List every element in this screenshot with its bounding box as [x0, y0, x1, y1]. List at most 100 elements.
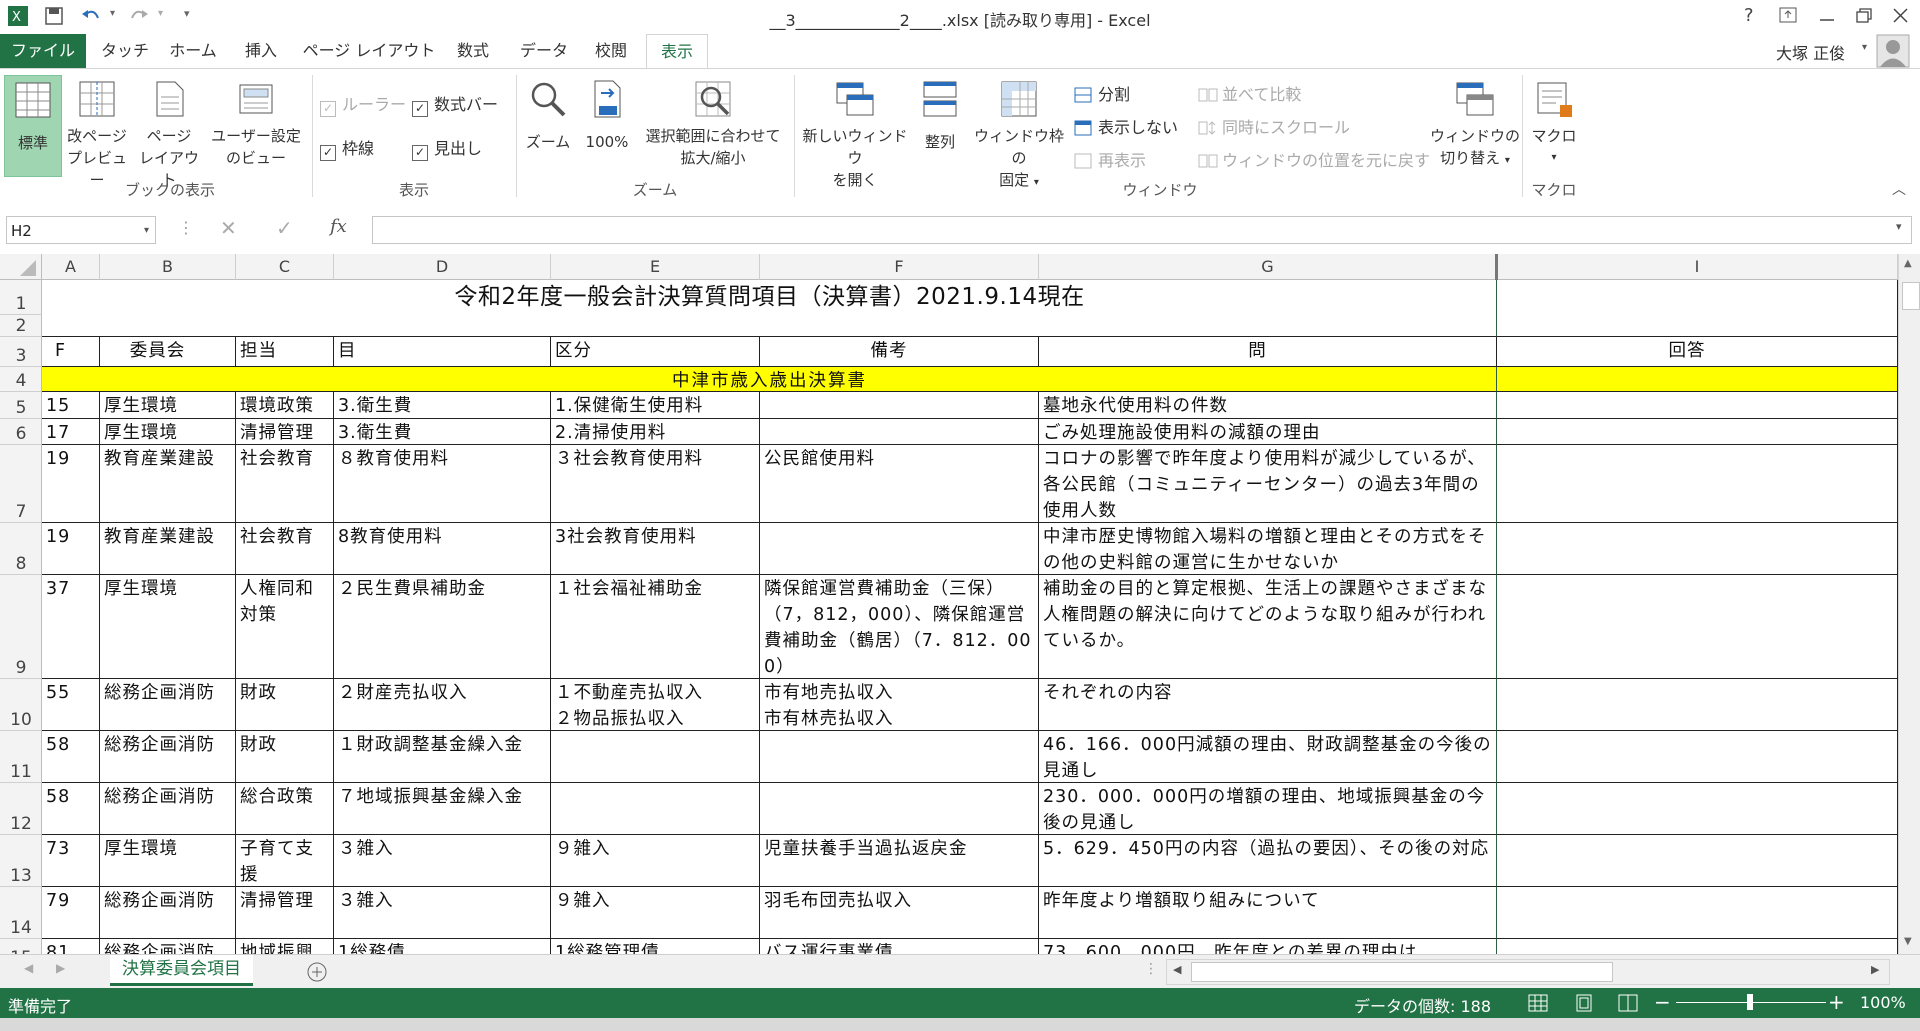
page-break-preview-button[interactable]: 改ページ プレビュー	[62, 75, 132, 189]
column-header-c[interactable]: C	[236, 254, 334, 280]
answer-cell-i12[interactable]	[1497, 783, 1898, 835]
data-cell-d5[interactable]: 3.衛生費	[334, 392, 551, 419]
prev-sheet-icon[interactable]: ◀	[24, 961, 33, 975]
data-cell-f11[interactable]	[760, 731, 1039, 783]
data-cell-c8[interactable]: 社会教育	[236, 523, 334, 575]
minimize-icon[interactable]	[1816, 6, 1838, 26]
data-cell-c11[interactable]: 財政	[236, 731, 334, 783]
synchronous-scrolling-button[interactable]: 同時にスクロール	[1198, 114, 1350, 138]
data-cell-f13[interactable]: 児童扶養手当過払返戻金	[760, 835, 1039, 887]
data-cell-g14[interactable]: 昨年度より増額取り組みについて	[1039, 887, 1497, 939]
scroll-right-icon[interactable]: ▶	[1871, 963, 1879, 976]
tab-file[interactable]: ファイル	[0, 34, 86, 68]
answer-cell-i10[interactable]	[1497, 679, 1898, 731]
data-cell-a9[interactable]: 37	[42, 575, 100, 679]
vertical-scrollbar[interactable]: ▲ ▼	[1898, 254, 1920, 954]
data-cell-a10[interactable]: 55	[42, 679, 100, 731]
data-cell-a8[interactable]: 19	[42, 523, 100, 575]
formula-input[interactable]	[372, 216, 1912, 244]
data-cell-b10[interactable]: 総務企画消防	[100, 679, 236, 731]
data-cell-f9[interactable]: 隣保館運営費補助金（三保）（7，812，000）、隣保館運営費補助金（鶴居）（7…	[760, 575, 1039, 679]
zoom-in-icon[interactable]: +	[1828, 990, 1845, 1014]
zoom-level[interactable]: 100%	[1860, 993, 1906, 1012]
scroll-left-icon[interactable]: ◀	[1173, 963, 1181, 976]
row-header-10[interactable]: 10	[0, 679, 42, 731]
column-header-d[interactable]: D	[334, 254, 551, 280]
data-cell-c6[interactable]: 清掃管理	[236, 419, 334, 445]
zoom-out-icon[interactable]: −	[1654, 990, 1671, 1014]
data-cell-e14[interactable]: ９雑入	[551, 887, 760, 939]
column-header-f[interactable]: F	[760, 254, 1039, 280]
tab-touch[interactable]: タッチ	[96, 34, 154, 68]
data-cell-g7[interactable]: コロナの影響で昨年度より使用料が減少しているが、各公民館（コミュニティーセンター…	[1039, 445, 1497, 523]
zoom-slider-thumb[interactable]	[1747, 994, 1753, 1010]
data-cell-b9[interactable]: 厚生環境	[100, 575, 236, 679]
data-cell-b6[interactable]: 厚生環境	[100, 419, 236, 445]
collapse-ribbon-icon[interactable]: ︿	[1892, 179, 1906, 199]
reset-window-position-button[interactable]: ウィンドウの位置を元に戻す	[1198, 147, 1430, 171]
header-cell-g[interactable]: 問	[1039, 337, 1497, 367]
normal-view-status-icon[interactable]	[1528, 994, 1548, 1012]
header-cell-b[interactable]: 委員会	[100, 337, 236, 367]
zoom-to-selection-button[interactable]: 選択範囲に合わせて 拡大/縮小	[638, 75, 788, 175]
answer-cell-i13[interactable]	[1497, 835, 1898, 887]
row-header-4[interactable]: 4	[0, 367, 42, 392]
data-cell-f12[interactable]	[760, 783, 1039, 835]
user-dropdown-icon[interactable]: ▾	[1862, 42, 1867, 53]
view-side-by-side-button[interactable]: 並べて比較	[1198, 81, 1301, 105]
cell-i1[interactable]	[1497, 280, 1898, 315]
data-cell-b12[interactable]: 総務企画消防	[100, 783, 236, 835]
cell-i2[interactable]	[1497, 315, 1898, 337]
help-button[interactable]: ?	[1744, 5, 1754, 26]
next-sheet-icon[interactable]: ▶	[56, 961, 65, 975]
data-cell-d8[interactable]: 8教育使用料	[334, 523, 551, 575]
answer-cell-i9[interactable]	[1497, 575, 1898, 679]
data-cell-f14[interactable]: 羽毛布団売払収入	[760, 887, 1039, 939]
data-cell-d14[interactable]: ３雑入	[334, 887, 551, 939]
data-cell-a12[interactable]: 58	[42, 783, 100, 835]
data-cell-c13[interactable]: 子育て支援	[236, 835, 334, 887]
cell-a2-g2[interactable]	[42, 315, 1497, 337]
data-cell-a6[interactable]: 17	[42, 419, 100, 445]
zoom-100-button[interactable]: 100%	[578, 75, 636, 175]
ruler-checkbox[interactable]: ✓ ルーラー	[320, 91, 406, 117]
confirm-entry-icon[interactable]: ✓	[276, 216, 293, 240]
user-name[interactable]: 大塚 正俊	[1776, 40, 1845, 64]
formula-bar-checkbox[interactable]: ✓ 数式バー	[412, 91, 498, 117]
data-cell-c14[interactable]: 清掃管理	[236, 887, 334, 939]
data-cell-e12[interactable]	[551, 783, 760, 835]
data-cell-e9[interactable]: １社会福祉補助金	[551, 575, 760, 679]
data-cell-g5[interactable]: 墓地永代使用料の件数	[1039, 392, 1497, 419]
data-cell-g8[interactable]: 中津市歴史博物館入場料の増額と理由とその方式をその他の史料館の運営に生かせないか	[1039, 523, 1497, 575]
tab-split-grip-icon[interactable]: ⋮	[1144, 961, 1158, 977]
data-cell-d7[interactable]: ８教育使用料	[334, 445, 551, 523]
column-header-i[interactable]: I	[1497, 254, 1898, 280]
headings-checkbox[interactable]: ✓ 見出し	[412, 135, 482, 161]
data-cell-a14[interactable]: 79	[42, 887, 100, 939]
data-cell-e10[interactable]: １不動産売払収入 ２物品振払収入	[551, 679, 760, 731]
cancel-entry-icon[interactable]: ✕	[220, 216, 237, 240]
data-cell-f7[interactable]: 公民館使用料	[760, 445, 1039, 523]
row-header-2[interactable]: 2	[0, 315, 42, 337]
header-cell-c[interactable]: 担当	[236, 337, 334, 367]
freeze-panes-button[interactable]: ウィンドウ枠の 固定 ▾	[968, 75, 1070, 189]
macros-button[interactable]: マクロ ▾	[1526, 75, 1582, 175]
data-cell-b14[interactable]: 総務企画消防	[100, 887, 236, 939]
data-cell-d13[interactable]: ３雑入	[334, 835, 551, 887]
answer-cell-i7[interactable]	[1497, 445, 1898, 523]
restore-icon[interactable]	[1853, 6, 1875, 26]
tab-data[interactable]: データ	[514, 34, 574, 68]
data-cell-c12[interactable]: 総合政策	[236, 783, 334, 835]
select-all-corner[interactable]	[0, 254, 42, 280]
column-header-a[interactable]: A	[42, 254, 100, 280]
data-cell-e5[interactable]: 1.保健衛生使用料	[551, 392, 760, 419]
horizontal-scrollbar[interactable]: ◀ ▶	[1166, 959, 1890, 985]
data-cell-c7[interactable]: 社会教育	[236, 445, 334, 523]
data-cell-g10[interactable]: それぞれの内容	[1039, 679, 1497, 731]
data-cell-e11[interactable]	[551, 731, 760, 783]
row-header-13[interactable]: 13	[0, 835, 42, 887]
arrange-all-button[interactable]: 整列	[914, 75, 966, 175]
scroll-up-icon[interactable]: ▲	[1904, 258, 1912, 269]
sheet-title-cell[interactable]: 令和2年度一般会計決算質問項目（決算書）2021.9.14現在	[42, 280, 1497, 315]
vertical-scroll-thumb[interactable]	[1902, 282, 1920, 310]
